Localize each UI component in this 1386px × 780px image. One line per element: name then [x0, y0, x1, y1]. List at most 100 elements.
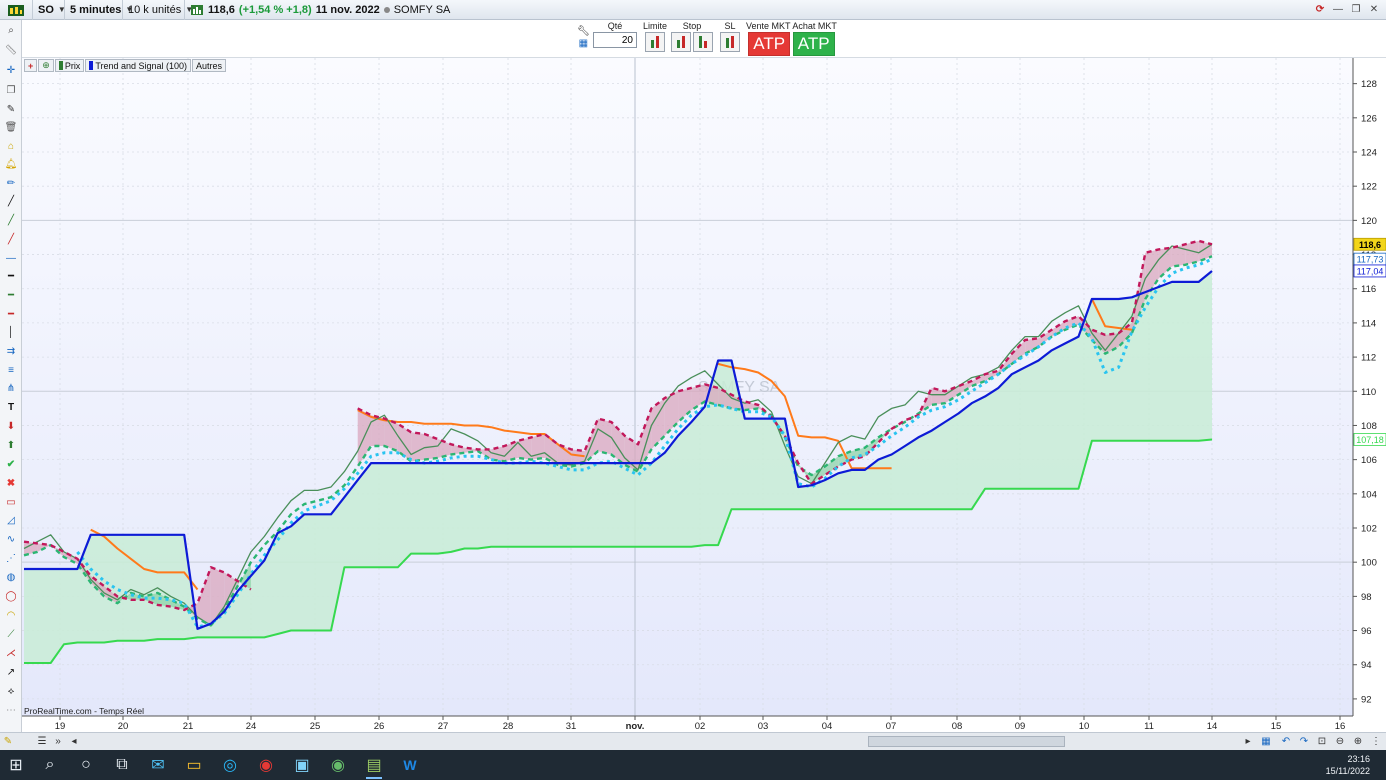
os-taskbar: ⊞ ⌕ ○ ⧉ ✉ ▭ ◎ ◉ ▣ ◉ ▤ W 23:16 15/11/2022 [0, 750, 1386, 780]
y-tick-label: 124 [1361, 148, 1377, 159]
list-menu-icon[interactable]: ☰ [34, 735, 50, 749]
copy-icon[interactable]: ❐ [4, 84, 18, 96]
pencil-icon[interactable]: ✏︎ [4, 177, 18, 189]
scroll-left-icon[interactable]: ◂ [66, 735, 82, 749]
ruler-icon[interactable]: 📏︎ [4, 44, 18, 56]
photos-icon[interactable]: ▣ [284, 750, 320, 780]
scroll-right-icon[interactable]: ▸ [1240, 735, 1256, 749]
magnet-icon[interactable]: ⌂ [4, 140, 18, 152]
time-scrollbar[interactable] [868, 736, 1065, 747]
arc-icon[interactable]: ◠ [4, 609, 18, 621]
limit-group: Limite [643, 21, 667, 52]
legend-other[interactable]: Autres [192, 59, 227, 72]
text-tool-icon[interactable]: T [4, 401, 18, 413]
refresh-icon[interactable]: ⟳ [1312, 2, 1328, 16]
timeframe-selector[interactable]: 5 minutes ▼ [65, 0, 133, 20]
more-tools-icon[interactable]: ⋯ [4, 704, 18, 716]
green-line-icon[interactable]: ╱ [4, 214, 18, 226]
task-view-icon[interactable]: ⧉ [104, 750, 140, 780]
chrome-profile-icon[interactable]: ◉ [320, 750, 356, 780]
pattern-icon[interactable]: ⋰ [4, 552, 18, 564]
zoom-in-icon[interactable]: ⊕ [1350, 735, 1366, 749]
taskbar-search-icon[interactable]: ⌕ [32, 750, 68, 780]
stop-loss-button[interactable] [720, 32, 740, 52]
system-clock[interactable]: 23:16 15/11/2022 [1326, 753, 1370, 777]
wave-icon[interactable]: ∿ [4, 533, 18, 545]
eraser-icon[interactable]: ✎ [4, 103, 18, 115]
time-axis[interactable]: 19 20 21 24 25 26 27 28 31 nov. 02 03 04 07 08 09 10 11 14… [22, 715, 1353, 732]
sell-market-button[interactable]: ATP [748, 32, 791, 56]
fibonacci-icon[interactable]: ≡ [4, 364, 18, 376]
close-icon[interactable]: ✕ [1366, 2, 1382, 16]
rectangle-icon[interactable]: ▭ [4, 496, 18, 508]
horizontal-line-icon[interactable]: ━ [4, 270, 18, 282]
crosshair-icon[interactable]: ✛ [4, 64, 18, 76]
circle-icon[interactable]: ◯ [4, 590, 18, 602]
restore-icon[interactable]: ❐ [1348, 2, 1364, 16]
prorealtime-app-icon[interactable]: ▤ [356, 750, 392, 780]
checkmark-icon[interactable]: ✔ [4, 458, 18, 470]
limit-order-button[interactable] [645, 32, 665, 52]
price-axis[interactable]: 9294969810010210410610811011211411611812… [1352, 58, 1377, 716]
brush-icon[interactable]: ⟡ [4, 685, 18, 697]
minimize-icon[interactable]: — [1330, 2, 1346, 16]
units-text: 10 k unités [128, 3, 182, 16]
green-horizontal-icon[interactable]: ━ [4, 289, 18, 301]
legend-price[interactable]: Prix [54, 59, 85, 72]
bell-icon[interactable]: 🔔︎ [4, 158, 18, 170]
zoom-icon[interactable]: ⌕ [4, 24, 18, 36]
red-horizontal-icon[interactable]: ━ [4, 308, 18, 320]
chrome-icon[interactable]: ◉ [248, 750, 284, 780]
trash-icon[interactable]: 🗑︎ [4, 121, 18, 133]
drag-arrow-icon[interactable]: ↗ [4, 666, 18, 678]
wrench-icon[interactable]: 🔧︎ [577, 26, 590, 38]
cross-mark-icon[interactable]: ✖ [4, 477, 18, 489]
fast-forward-icon[interactable]: » [50, 735, 66, 749]
buy-market-button[interactable]: ATP [792, 32, 835, 56]
calendar-icon[interactable]: ▦ [1258, 735, 1274, 749]
channel-icon[interactable]: ⇉ [4, 345, 18, 357]
red-line-icon[interactable]: ╱ [4, 233, 18, 245]
horizontal-ray-icon[interactable]: — [4, 252, 18, 264]
vertical-line-icon[interactable]: │ [4, 326, 18, 338]
mail-icon[interactable]: ✉ [140, 750, 176, 780]
word-icon[interactable]: W [392, 750, 428, 780]
price-chart[interactable]: SOMFY SA ProRealTime.com - Temps Réel 92… [22, 58, 1386, 732]
triangle-icon[interactable]: ◿ [4, 514, 18, 526]
legend-indicator-label: Trend and Signal (100) [95, 60, 188, 71]
zoom-out-icon[interactable]: ⊖ [1332, 735, 1348, 749]
pitchfork-icon[interactable]: ⋔ [4, 382, 18, 394]
file-explorer-icon[interactable]: ▭ [176, 750, 212, 780]
symbol-selector[interactable]: SO ▼ [33, 0, 66, 20]
quantity-group: Qté [593, 21, 637, 48]
x-tick-label: 28 [503, 721, 514, 732]
expand-button[interactable]: ⊕ [38, 59, 54, 72]
quantity-input[interactable] [593, 32, 637, 48]
price-tag-label: 107,18 [1356, 435, 1384, 445]
arrow-down-icon[interactable]: ⬇ [4, 420, 18, 432]
cycle-icon[interactable]: ◍ [4, 571, 18, 583]
top-toolbar: SO ▼ 5 minutes ▼ 10 k unités ▼ 118,6 (+1… [0, 0, 1386, 20]
y-tick-label: 122 [1361, 182, 1377, 193]
legend-indicator[interactable]: Trend and Signal (100) [85, 59, 192, 72]
regression-icon[interactable]: ⟋ [4, 628, 18, 640]
units-selector[interactable]: 10 k unités ▼ [123, 0, 193, 20]
undo-icon[interactable]: ↶ [1278, 735, 1294, 749]
calculator-icon[interactable]: ▦ [577, 38, 590, 50]
stop-sell-button[interactable] [693, 32, 713, 52]
y-tick-label: 94 [1361, 660, 1372, 671]
settings-icon[interactable]: ⋮ [1368, 735, 1384, 749]
cortana-icon[interactable]: ○ [68, 750, 104, 780]
zoom-area-icon[interactable]: ⊡ [1314, 735, 1330, 749]
app-logo[interactable] [0, 0, 33, 20]
add-indicator-button[interactable]: + [24, 59, 38, 72]
x-tick-label: 09 [1015, 721, 1026, 732]
line-tool-icon[interactable]: ╱ [4, 195, 18, 207]
windows-start-icon[interactable]: ⊞ [0, 750, 32, 780]
redo-icon[interactable]: ↷ [1296, 735, 1312, 749]
draw-menu-icon[interactable]: ✎ [0, 735, 16, 749]
edge-browser-icon[interactable]: ◎ [212, 750, 248, 780]
stop-buy-button[interactable] [671, 32, 691, 52]
arrow-up-icon[interactable]: ⬆ [4, 439, 18, 451]
gann-icon[interactable]: ⋌ [4, 647, 18, 659]
